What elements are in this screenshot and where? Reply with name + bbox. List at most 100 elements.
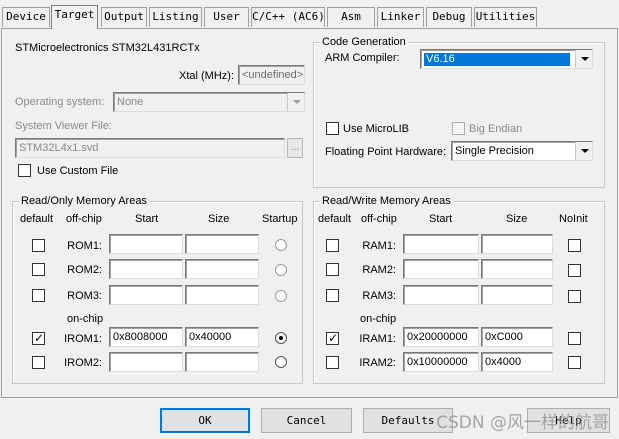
ram3-size-input[interactable] [481, 285, 553, 305]
irom1-start-input[interactable]: 0x8008000 [109, 327, 183, 347]
rom3-default-checkbox[interactable] [32, 289, 45, 302]
use-custom-file-label: Use Custom File [37, 165, 119, 177]
chevron-down-icon[interactable] [287, 93, 304, 111]
ram2-default-checkbox[interactable] [326, 263, 339, 276]
ram1-default-checkbox[interactable] [326, 239, 339, 252]
code-generation-title: Code Generation [320, 35, 408, 49]
ram1-label: RAM1: [362, 240, 396, 252]
tab-linker[interactable]: Linker [377, 7, 424, 27]
chevron-down-icon[interactable] [575, 142, 592, 160]
tab-listing[interactable]: Listing [149, 7, 202, 27]
iram2-start-input[interactable]: 0x10000000 [403, 352, 479, 372]
ram3-start-input[interactable] [403, 285, 479, 305]
ram1-start-input[interactable] [403, 234, 479, 254]
rw-header-noinit: NoInit [559, 213, 588, 225]
irom2-size-input[interactable] [185, 352, 259, 372]
ro-header-default: default [20, 213, 54, 225]
rom1-label: ROM1: [67, 240, 102, 252]
iram1-noinit-checkbox[interactable] [568, 332, 581, 345]
rw-memory-title: Read/Write Memory Areas [320, 194, 453, 208]
device-name: STMicroelectronics STM32L431RCTx [15, 42, 200, 54]
iram2-noinit-checkbox[interactable] [568, 356, 581, 369]
watermark: CSDN @风一样的航哥 [436, 413, 609, 433]
irom1-startup-radio[interactable] [275, 332, 287, 344]
tab-output[interactable]: Output [101, 7, 147, 27]
fph-label: Floating Point Hardware: [325, 146, 447, 158]
rom3-label: ROM3: [67, 290, 102, 302]
rom3-start-input[interactable] [109, 285, 183, 305]
irom1-default-checkbox[interactable] [32, 330, 45, 346]
fph-select[interactable]: Single Precision [451, 141, 593, 161]
ram2-start-input[interactable] [403, 259, 479, 279]
xtal-input[interactable]: <undefined> [238, 65, 305, 85]
svd-input[interactable]: STM32L4x1.svd [15, 138, 285, 158]
iram2-label: IRAM2: [359, 357, 396, 369]
rom2-start-input[interactable] [109, 259, 183, 279]
os-select[interactable]: None [113, 92, 305, 112]
arm-compiler-label: ARM Compiler: [325, 52, 400, 64]
ro-header-size: Size [208, 213, 230, 225]
rom1-start-input[interactable] [109, 234, 183, 254]
fph-value: Single Precision [455, 145, 534, 157]
ro-header-startup: Startup [262, 213, 298, 225]
rw-header-start: Start [429, 213, 453, 225]
iram2-default-checkbox[interactable] [326, 356, 339, 369]
tab-user[interactable]: User [204, 7, 249, 27]
rw-header-offchip: off-chip [361, 213, 397, 225]
irom2-default-checkbox[interactable] [32, 356, 45, 369]
os-value: None [117, 96, 144, 108]
ram1-size-input[interactable] [481, 234, 553, 254]
ram3-noinit-checkbox[interactable] [568, 290, 581, 303]
chevron-down-icon[interactable] [575, 50, 592, 68]
arm-compiler-value: V6.16 [424, 53, 570, 66]
tab-bar: Device Target Output Listing User C/C++ … [0, 0, 619, 29]
ram1-noinit-checkbox[interactable] [568, 239, 581, 252]
irom2-label: IROM2: [64, 357, 102, 369]
svd-label: System Viewer File: [15, 120, 112, 132]
ro-header-start: Start [135, 213, 159, 225]
rom3-startup-radio[interactable] [275, 290, 287, 302]
ram3-default-checkbox[interactable] [326, 289, 339, 302]
tab-target[interactable]: Target [51, 5, 98, 29]
tab-debug[interactable]: Debug [426, 7, 472, 27]
rom1-size-input[interactable] [185, 234, 259, 254]
iram1-size-input[interactable]: 0xC000 [481, 327, 553, 347]
iram1-default-checkbox[interactable] [326, 330, 339, 346]
arm-compiler-select[interactable]: V6.16 [420, 49, 593, 69]
ro-header-offchip: off-chip [66, 213, 102, 225]
ram2-noinit-checkbox[interactable] [568, 264, 581, 277]
rom3-size-input[interactable] [185, 285, 259, 305]
rom2-default-checkbox[interactable] [32, 263, 45, 276]
irom1-size-input[interactable]: 0x40000 [185, 327, 259, 347]
rw-header-default: default [318, 213, 352, 225]
cancel-button[interactable]: Cancel [261, 408, 352, 433]
irom2-start-input[interactable] [109, 352, 183, 372]
iram1-start-input[interactable]: 0x20000000 [403, 327, 479, 347]
irom1-label: IROM1: [64, 333, 102, 345]
ram3-label: RAM3: [362, 290, 396, 302]
rom2-size-input[interactable] [185, 259, 259, 279]
big-endian-checkbox[interactable] [452, 122, 465, 135]
iram2-size-input[interactable]: 0x4000 [481, 352, 553, 372]
svd-browse-button[interactable]: ... [287, 138, 303, 158]
ro-memory-title: Read/Only Memory Areas [19, 194, 149, 208]
tab-device[interactable]: Device [2, 7, 50, 27]
use-microlib-label: Use MicroLIB [343, 123, 410, 135]
ro-onchip-label: on-chip [67, 313, 104, 325]
ram2-size-input[interactable] [481, 259, 553, 279]
tab-cpp[interactable]: C/C++ (AC6) [251, 7, 325, 27]
tab-utilities[interactable]: Utilities [474, 7, 537, 27]
rom2-startup-radio[interactable] [275, 264, 287, 276]
iram1-label: IRAM1: [359, 333, 396, 345]
ok-button[interactable]: OK [160, 408, 250, 433]
tab-asm[interactable]: Asm [327, 7, 375, 27]
irom2-startup-radio[interactable] [275, 356, 287, 368]
ram2-label: RAM2: [362, 264, 396, 276]
rom1-startup-radio[interactable] [275, 239, 287, 251]
rom1-default-checkbox[interactable] [32, 239, 45, 252]
use-custom-file-checkbox[interactable] [18, 164, 31, 177]
big-endian-label: Big Endian [469, 123, 523, 135]
rom2-label: ROM2: [67, 264, 102, 276]
os-label: Operating system: [15, 96, 105, 108]
use-microlib-checkbox[interactable] [326, 122, 339, 135]
